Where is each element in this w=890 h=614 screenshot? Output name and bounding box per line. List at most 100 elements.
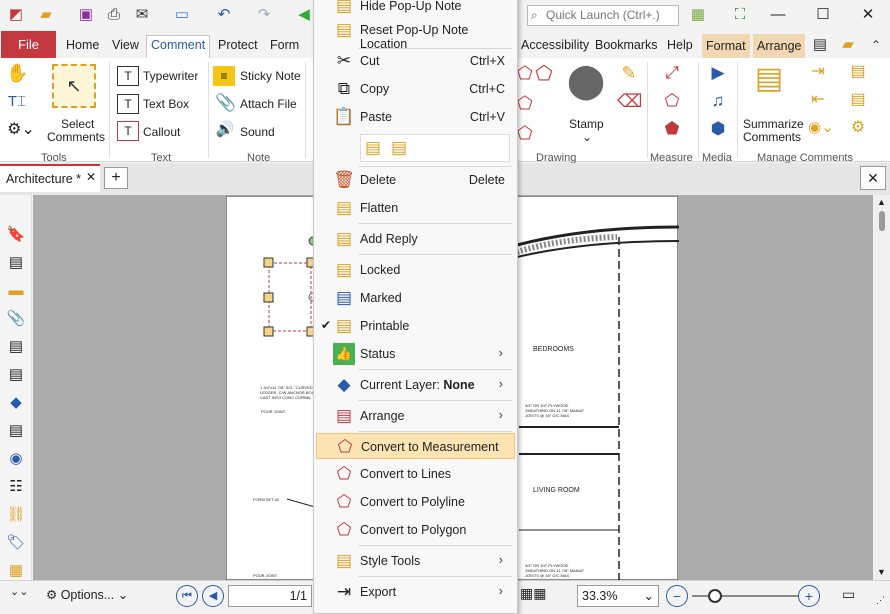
scroll-up-icon[interactable]: ▲	[877, 197, 886, 207]
tab-form[interactable]: Form	[266, 36, 303, 58]
menu-item-delete[interactable]: 🗑 Delete Delete	[316, 167, 515, 193]
summarize-comments-icon[interactable]: ▤	[747, 64, 791, 108]
print-icon[interactable]: ⎙	[104, 5, 124, 25]
document-tab[interactable]: Architecture * ✕	[0, 164, 100, 192]
menu-item-add-reply[interactable]: ▤ Add Reply	[316, 226, 515, 252]
summarize-label-2[interactable]: Comments	[743, 130, 801, 144]
tab-view[interactable]: View	[108, 36, 143, 58]
tab-help[interactable]: Help	[663, 36, 697, 58]
menu-item-convert-lines[interactable]: ⬠ Convert to Lines	[316, 461, 515, 487]
view-mode-icons[interactable]: ▦▦	[520, 585, 546, 602]
ribbon-extra-icon[interactable]: ▤	[810, 35, 830, 55]
comment-list-icon[interactable]: ▤	[846, 64, 870, 80]
fit-page-icon[interactable]: ▭	[842, 586, 855, 603]
menu-item-style-tools[interactable]: ▤ Style Tools ›	[316, 548, 515, 574]
attach-file-icon[interactable]: 📎	[215, 94, 237, 111]
new-tab-button[interactable]: +	[104, 167, 128, 189]
typewriter-icon[interactable]: T	[117, 66, 139, 86]
tab-home[interactable]: Home	[62, 36, 103, 58]
email-icon[interactable]: ✉	[132, 5, 152, 25]
menu-item-printable[interactable]: ✔ ▤ Printable	[316, 313, 515, 339]
menu-item-convert-polyline[interactable]: ⬠ Convert to Polyline	[316, 489, 515, 515]
audio-icon[interactable]: ♫	[706, 92, 730, 109]
menu-item-reset-popup[interactable]: ▤ Reset Pop-Up Note Location	[316, 17, 515, 51]
sound-icon[interactable]: 🔊	[213, 122, 237, 137]
import-comments-icon[interactable]: ⇥	[806, 64, 830, 80]
collapse-ribbon-icon[interactable]: ⌃	[866, 35, 886, 55]
textbox-label[interactable]: Text Box	[143, 97, 189, 111]
tab-accessibility[interactable]: Accessibility	[517, 36, 593, 58]
zoom-field[interactable]: 33.3% ⌄	[577, 585, 659, 607]
signatures-icon[interactable]: ▤	[6, 365, 26, 385]
zoom-slider-thumb[interactable]	[708, 589, 722, 603]
pages-icon[interactable]: ▤	[6, 253, 26, 273]
menu-item-convert-polygon[interactable]: ⬠ Convert to Polygon	[316, 517, 515, 543]
paste-special-icon[interactable]: ▤	[365, 138, 381, 158]
tools-icon[interactable]: ▦	[688, 5, 708, 25]
zoom-tool-icon[interactable]: ⚙⌄	[4, 122, 38, 138]
vertical-scrollbar[interactable]: ▲ ▼	[874, 195, 890, 580]
menu-item-copy[interactable]: ⧉ Copy Ctrl+C	[316, 76, 515, 102]
structure-icon[interactable]: ☷	[6, 477, 26, 497]
export-comments-icon[interactable]: ⇤	[806, 92, 830, 108]
links-icon[interactable]: ⛓	[6, 505, 26, 525]
pentagon-shape-icon[interactable]: ⬠	[532, 64, 556, 84]
fullscreen-icon[interactable]: ⛶	[730, 5, 750, 25]
polygon-shape-icon[interactable]: ⬠	[517, 64, 533, 82]
close-tab-icon[interactable]: ✕	[86, 164, 96, 190]
sticky-note-label[interactable]: Sticky Note	[240, 69, 301, 83]
select-comments-label-1[interactable]: Select	[61, 117, 94, 131]
summarize-label-1[interactable]: Summarize	[743, 117, 804, 131]
comments-icon[interactable]: ▬	[6, 281, 26, 301]
tab-format[interactable]: Format	[702, 34, 750, 58]
hand-tool-icon[interactable]: ✋	[6, 64, 28, 82]
attach-file-label[interactable]: Attach File	[240, 97, 297, 111]
stamp-dropdown-icon[interactable]: ⌄	[582, 130, 592, 144]
distance-icon[interactable]: ⤢	[660, 64, 684, 81]
tab-protect[interactable]: Protect	[214, 36, 262, 58]
menu-item-arrange[interactable]: ▤ Arrange ›	[316, 403, 515, 429]
zoom-in-button[interactable]: +	[798, 585, 820, 607]
3d-object-icon[interactable]: ⬢	[706, 120, 730, 137]
comment-settings-icon[interactable]: ⚙	[846, 120, 870, 136]
textbox-icon[interactable]: T	[117, 94, 139, 114]
menu-item-convert-measurement[interactable]: ⬠ Convert to Measurement	[316, 433, 515, 459]
callout-icon[interactable]: T	[117, 121, 139, 141]
zoom-out-button[interactable]: −	[666, 585, 688, 607]
sound-label[interactable]: Sound	[240, 125, 275, 139]
menu-item-current-layer[interactable]: ◆ Current Layer: None ›	[316, 372, 515, 398]
zoom-slider[interactable]	[692, 589, 798, 603]
scan-icon[interactable]: ▭	[172, 5, 192, 25]
scroll-thumb[interactable]	[879, 211, 885, 231]
shape-3-icon[interactable]: ⬠	[517, 124, 533, 142]
perimeter-icon[interactable]: ⬠	[660, 92, 684, 109]
stamp-icon[interactable]: ⬤	[563, 64, 609, 98]
maximize-button[interactable]: ☐	[811, 5, 835, 25]
back-icon[interactable]: ◀	[294, 5, 314, 25]
prev-page-button[interactable]: ◀	[202, 585, 224, 607]
typewriter-label[interactable]: Typewriter	[143, 69, 198, 83]
callout-label[interactable]: Callout	[143, 125, 180, 139]
paste-special-2-icon[interactable]: ▤	[391, 138, 407, 158]
menu-item-paste[interactable]: 📋 Paste Ctrl+V	[316, 104, 515, 130]
open-folder-icon[interactable]: ▰	[36, 5, 56, 25]
close-document-button[interactable]: ✕	[860, 166, 886, 190]
bookmarks-icon[interactable]: 🔖	[6, 225, 26, 245]
minimize-button[interactable]: —	[766, 5, 790, 25]
save-icon[interactable]: ▣	[76, 5, 96, 25]
comment-styles-icon[interactable]: ▤	[846, 92, 870, 108]
menu-item-cut[interactable]: ✂ Cut Ctrl+X	[316, 48, 515, 74]
options-button[interactable]: ⚙ Options... ⌄	[46, 587, 128, 602]
first-page-button[interactable]: ⏮	[176, 585, 198, 607]
menu-item-locked[interactable]: ▤ Locked	[316, 257, 515, 283]
area-icon[interactable]: ⬟	[660, 120, 684, 137]
pencil-icon[interactable]: ✎	[617, 64, 641, 82]
tags-icon[interactable]: 🏷	[6, 533, 26, 553]
tab-comment[interactable]: Comment	[146, 35, 211, 59]
stamp-label[interactable]: Stamp	[569, 117, 604, 131]
layers-icon[interactable]: ◆	[6, 393, 26, 413]
close-window-button[interactable]: ✕	[856, 5, 880, 25]
menu-item-marked[interactable]: ▤ Marked	[316, 285, 515, 311]
video-icon[interactable]: ▶	[706, 64, 730, 81]
eraser-icon[interactable]: ⌫	[617, 92, 642, 110]
